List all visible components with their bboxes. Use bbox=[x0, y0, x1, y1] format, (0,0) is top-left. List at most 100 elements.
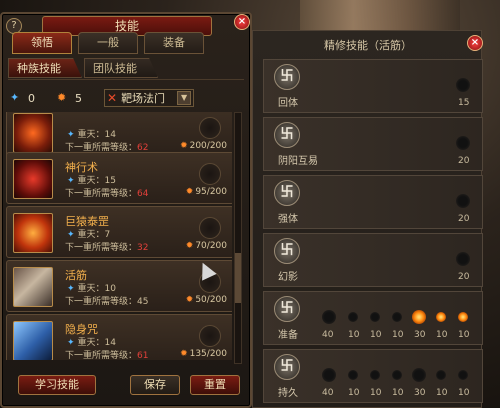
refine-node-value: 10 bbox=[370, 388, 382, 398]
blue-star-icon: ✦ bbox=[67, 176, 75, 186]
orange-sun-icon: ✹ bbox=[180, 141, 188, 151]
refine-node[interactable] bbox=[319, 365, 339, 385]
skill-layer: ✦ 重天：15 bbox=[67, 176, 116, 186]
refine-skill-icon[interactable]: 卐 bbox=[274, 122, 300, 148]
blue-star-icon: ✦ bbox=[67, 284, 75, 294]
tab-comprehend[interactable]: 领悟 bbox=[12, 32, 72, 54]
blue-star-icon: ✦ bbox=[67, 230, 75, 240]
speed-skill-icon bbox=[13, 159, 53, 199]
background-figure bbox=[300, 0, 460, 30]
refine-node-value: 10 bbox=[392, 330, 404, 340]
refine-node[interactable] bbox=[409, 365, 429, 385]
refine-node-value: 10 bbox=[458, 330, 470, 340]
refine-node-value: 20 bbox=[458, 156, 470, 166]
skill-list: ✦ 重天：14 下一重所需等级：62 ✹ 200/200 神行术 ✦ 重天：15 下一… bbox=[6, 112, 232, 360]
save-button[interactable]: 保存 bbox=[130, 375, 180, 395]
refine-node-value: 40 bbox=[322, 388, 334, 398]
subtab-race-skills[interactable]: 种族技能 bbox=[8, 58, 82, 78]
skill-slot[interactable] bbox=[199, 325, 221, 347]
refine-node[interactable] bbox=[453, 75, 473, 95]
skill-next-level: 下一重所需等级：64 bbox=[65, 189, 149, 199]
skill-exp: ✹ 95/200 bbox=[185, 187, 227, 197]
refine-node-value: 15 bbox=[458, 98, 470, 108]
orange-sun-icon: ✹ bbox=[180, 349, 188, 359]
refine-skill-icon[interactable]: 卐 bbox=[274, 238, 300, 264]
refine-node[interactable] bbox=[367, 367, 383, 383]
skill-layer: ✦ 重天：14 bbox=[67, 338, 116, 348]
skill-next-level: 下一重所需等级：61 bbox=[65, 351, 149, 360]
refine-skill-icon[interactable]: 卐 bbox=[274, 64, 300, 90]
skill-exp: ✹ 70/200 bbox=[185, 241, 227, 251]
orange-sun-icon: ✹ bbox=[57, 91, 67, 104]
close-button[interactable]: × bbox=[467, 35, 483, 51]
subtab-team-skills[interactable]: 团队技能 bbox=[84, 58, 158, 78]
reset-button[interactable]: 重置 bbox=[190, 375, 240, 395]
skill-exp: ✹ 135/200 bbox=[180, 349, 227, 359]
refine-skill-icon[interactable]: 卐 bbox=[274, 180, 300, 206]
refine-skill-icon[interactable]: 卐 bbox=[274, 296, 300, 322]
skill-next-level: 下一重所需等级：45 bbox=[65, 297, 149, 307]
refine-node[interactable] bbox=[345, 367, 361, 383]
skill-next-level: 下一重所需等级：32 bbox=[65, 243, 149, 253]
stats-bar: ✦ 0 ✹ 5 ✕ 靶场法门 ▼ bbox=[10, 88, 244, 108]
refine-row: 卐 强体 20 bbox=[263, 175, 483, 229]
blue-star-icon: ✦ bbox=[10, 91, 20, 104]
tab-general[interactable]: 一般 bbox=[78, 32, 138, 54]
scrollbar[interactable] bbox=[234, 112, 242, 364]
refine-node[interactable] bbox=[453, 191, 473, 211]
skill-layer: ✦ 重天：7 bbox=[67, 230, 111, 240]
skill-slot[interactable] bbox=[199, 163, 221, 185]
refine-node-value: 10 bbox=[348, 388, 360, 398]
blue-star-icon: ✦ bbox=[67, 338, 75, 348]
refine-node-value: 30 bbox=[414, 330, 426, 340]
refine-node[interactable] bbox=[345, 309, 361, 325]
refine-node-active[interactable] bbox=[409, 307, 429, 327]
refine-panel-title: 精修技能（活筋） bbox=[324, 39, 412, 52]
refine-node-value: 10 bbox=[436, 388, 448, 398]
scrollbar-thumb[interactable] bbox=[235, 253, 241, 303]
refine-node[interactable] bbox=[433, 367, 449, 383]
refine-node-value: 40 bbox=[322, 330, 334, 340]
close-button[interactable]: × bbox=[234, 14, 250, 30]
skill-row[interactable]: 巨猿泰罡 ✦ 重天：7 下一重所需等级：32 ✹ 70/200 bbox=[6, 206, 232, 258]
skill-exp: ✹ 200/200 bbox=[180, 141, 227, 151]
orange-sun-icon: ✹ bbox=[185, 187, 194, 197]
refine-node[interactable] bbox=[455, 367, 471, 383]
refine-node[interactable] bbox=[389, 309, 405, 325]
refine-node[interactable] bbox=[453, 133, 473, 153]
refine-node-value: 30 bbox=[414, 388, 426, 398]
refine-node-value: 20 bbox=[458, 272, 470, 282]
skill-slot[interactable] bbox=[199, 117, 221, 139]
map-select-label: 靶场法门 bbox=[121, 92, 166, 105]
refine-node-active[interactable] bbox=[455, 309, 471, 325]
refine-skill-name: 持久 bbox=[278, 388, 298, 399]
refine-node-value: 10 bbox=[436, 330, 448, 340]
refine-node[interactable] bbox=[367, 309, 383, 325]
refine-node[interactable] bbox=[389, 367, 405, 383]
ape-skill-icon bbox=[13, 213, 53, 253]
skill-row[interactable]: 隐身咒 ✦ 重天：14 下一重所需等级：61 ✹ 135/200 bbox=[6, 314, 232, 360]
refine-skill-name: 强体 bbox=[278, 214, 298, 225]
tabs: 领悟 一般 装备 bbox=[12, 32, 204, 54]
refine-node-active[interactable] bbox=[433, 309, 449, 325]
refine-node[interactable] bbox=[453, 249, 473, 269]
skill-slot[interactable] bbox=[199, 217, 221, 239]
refine-row: 卐 持久 40 10 10 10 30 10 10 bbox=[263, 349, 483, 403]
blue-points: 0 bbox=[28, 91, 35, 105]
refine-node-value: 10 bbox=[392, 388, 404, 398]
map-select[interactable]: ✕ 靶场法门 ▼ bbox=[104, 89, 195, 107]
chevron-down-icon[interactable]: ▼ bbox=[177, 91, 192, 105]
refine-node[interactable] bbox=[319, 307, 339, 327]
learn-skill-button[interactable]: 学习技能 bbox=[18, 375, 96, 395]
refine-skill-icon[interactable]: 卐 bbox=[274, 354, 300, 380]
refine-row: 卐 回体 15 bbox=[263, 59, 483, 113]
tab-equipment[interactable]: 装备 bbox=[144, 32, 204, 54]
refine-node-value: 10 bbox=[370, 330, 382, 340]
refine-node-value: 20 bbox=[458, 214, 470, 224]
blue-star-icon: ✦ bbox=[67, 130, 75, 140]
orange-sun-icon: ✹ bbox=[185, 295, 194, 305]
refine-skill-name: 回体 bbox=[278, 98, 298, 109]
skill-row[interactable]: 神行术 ✦ 重天：15 下一重所需等级：64 ✹ 95/200 bbox=[6, 152, 232, 204]
fire-skill-icon bbox=[13, 113, 53, 153]
crossed-swords-icon: ✕ bbox=[107, 91, 118, 105]
